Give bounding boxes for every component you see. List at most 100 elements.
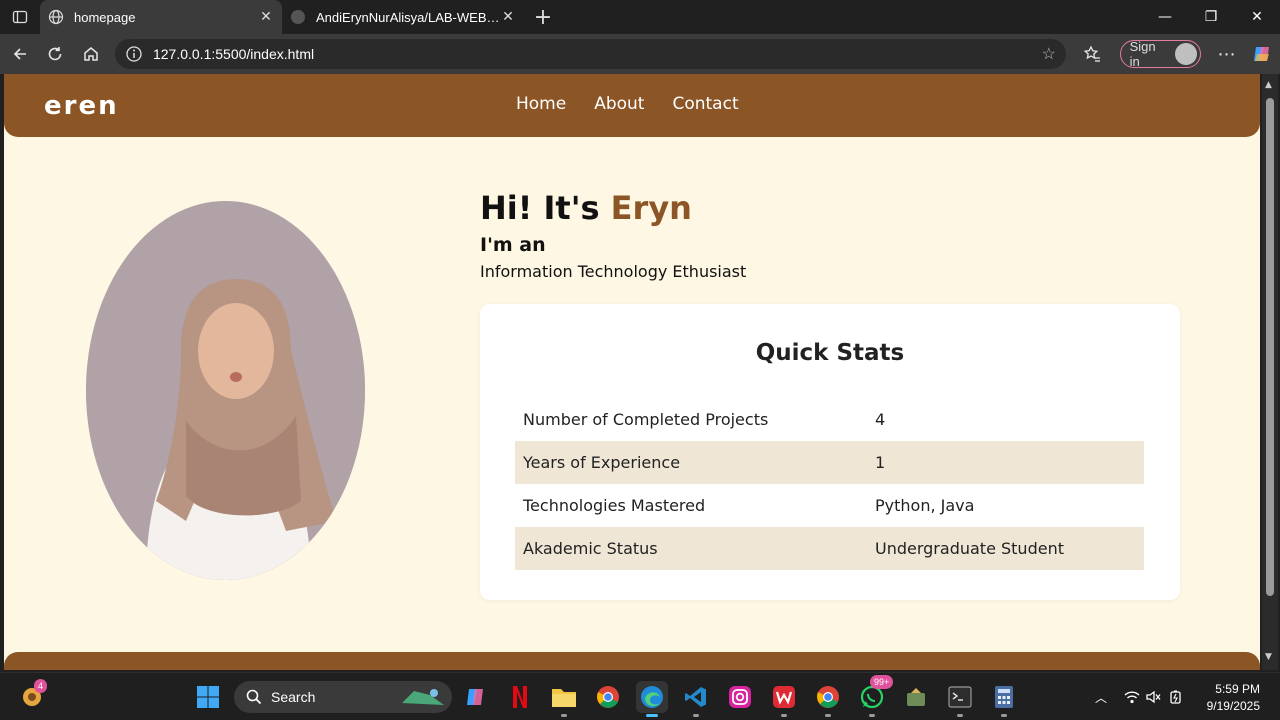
running-indicator <box>957 714 963 717</box>
start-button[interactable] <box>192 681 224 713</box>
sign-in-label: Sign in <box>1129 39 1156 69</box>
tab-homepage[interactable]: homepage ✕ <box>40 0 282 34</box>
globe-icon <box>48 9 64 25</box>
terminal-button[interactable] <box>944 681 976 717</box>
site-logo[interactable]: eren <box>44 91 119 121</box>
scrollbar-thumb[interactable] <box>1266 98 1274 596</box>
calculator-button[interactable] <box>988 681 1020 717</box>
web-page: eren Home About Contact Hi! It's Eryn I'… <box>4 74 1260 670</box>
terminal-icon <box>948 686 972 708</box>
close-tab-icon[interactable]: ✕ <box>258 9 274 25</box>
home-button[interactable] <box>73 36 109 72</box>
table-row: Akademic Status Undergraduate Student <box>515 527 1144 570</box>
running-indicator <box>561 714 567 717</box>
quick-stats-card: Quick Stats Number of Completed Projects… <box>480 304 1180 600</box>
chrome-icon <box>817 686 839 708</box>
calculator-icon <box>995 686 1013 708</box>
edge-button[interactable] <box>636 681 668 717</box>
tab-title: AndiErynNurAlisya/LAB-WEB-07-2 <box>316 9 500 25</box>
stat-value: 1 <box>867 441 1144 484</box>
file-explorer-button[interactable] <box>548 681 580 717</box>
search-label: Search <box>271 689 316 705</box>
clock-date: 9/19/2025 <box>1206 699 1260 713</box>
favorites-icon <box>1083 45 1100 62</box>
chrome-icon <box>597 686 619 708</box>
tab-github[interactable]: AndiErynNurAlisya/LAB-WEB-07-2 ✕ <box>282 0 524 34</box>
hero-role: Information Technology Ethusiast <box>480 262 747 281</box>
clock-time: 5:59 PM <box>1215 682 1260 696</box>
running-indicator <box>1001 714 1007 717</box>
tab-actions-button[interactable] <box>0 0 40 34</box>
nav-link-about[interactable]: About <box>594 94 644 114</box>
vscode-icon <box>685 687 706 707</box>
hero-name: Eryn <box>610 189 692 227</box>
taskbar-clock[interactable]: 5:59 PM 9/19/2025 <box>1207 681 1260 715</box>
chevron-up-icon[interactable]: ︿ <box>1092 689 1110 706</box>
windows-logo-icon <box>197 686 219 708</box>
restore-button[interactable]: ❐ <box>1188 0 1234 34</box>
tab-actions-icon <box>12 10 28 24</box>
profile-photo-image <box>86 201 365 580</box>
scroll-down-icon[interactable]: ▼ <box>1265 652 1272 662</box>
running-indicator <box>693 714 699 717</box>
chrome-profile-button[interactable] <box>812 681 844 717</box>
netflix-icon <box>513 686 527 708</box>
whatsapp-button[interactable]: 99+ <box>856 675 894 717</box>
stat-value: Undergraduate Student <box>867 527 1144 570</box>
sign-in-button[interactable]: Sign in <box>1119 39 1201 69</box>
battery-icon[interactable] <box>1168 690 1184 704</box>
site-footer <box>4 652 1260 670</box>
favorites-button[interactable] <box>1074 36 1110 72</box>
close-tab-icon[interactable]: ✕ <box>500 9 516 25</box>
search-highlight-icon <box>402 689 444 705</box>
search-icon <box>246 689 262 705</box>
page-scrollbar[interactable]: ▲ ▼ <box>1262 74 1278 670</box>
minimize-button[interactable]: — <box>1142 0 1188 34</box>
nav-links: Home About Contact <box>516 94 739 114</box>
home-icon <box>84 47 98 61</box>
browser-tab-strip: homepage ✕ AndiErynNurAlisya/LAB-WEB-07-… <box>0 0 1280 34</box>
table-row: Number of Completed Projects 4 <box>515 398 1144 441</box>
hero-greeting: Hi! It's <box>480 189 600 227</box>
stat-value: Python, Java <box>875 496 975 515</box>
profile-photo <box>86 201 365 580</box>
taskbar-search[interactable]: Search <box>234 681 452 713</box>
nav-link-contact[interactable]: Contact <box>672 94 738 114</box>
instagram-button[interactable] <box>724 681 756 713</box>
vscode-button[interactable] <box>680 681 712 717</box>
running-indicator <box>825 714 831 717</box>
chrome-button[interactable] <box>592 681 624 713</box>
windows-taskbar: 4 Search 99+ ︿ 5:59 PM 9/19/2025 <box>0 672 1280 720</box>
stat-value: 4 <box>875 410 886 429</box>
site-info-icon[interactable] <box>125 45 143 63</box>
running-indicator <box>781 714 787 717</box>
back-button[interactable] <box>2 36 38 72</box>
nav-link-home[interactable]: Home <box>516 94 566 114</box>
profile-avatar-icon <box>1174 43 1197 65</box>
favorite-star-icon[interactable]: ☆ <box>1042 44 1056 64</box>
copilot-icon <box>467 689 483 705</box>
running-indicator <box>869 714 875 717</box>
wps-office-button[interactable] <box>768 681 800 717</box>
netflix-button[interactable] <box>504 681 536 713</box>
whatsapp-badge: 99+ <box>870 675 894 689</box>
scroll-up-icon[interactable]: ▲ <box>1265 80 1272 90</box>
system-tray: ︿ <box>1092 673 1184 720</box>
new-tab-button[interactable]: + <box>528 5 558 30</box>
copilot-icon <box>1254 47 1270 61</box>
widgets-badge: 4 <box>34 679 48 693</box>
copilot-button[interactable] <box>1244 36 1280 72</box>
wifi-icon[interactable] <box>1124 690 1140 704</box>
close-window-button[interactable]: ✕ <box>1234 0 1280 34</box>
more-menu-button[interactable]: ⋯ <box>1209 36 1245 72</box>
site-navbar: eren Home About Contact <box>4 74 1260 137</box>
window-controls: — ❐ ✕ <box>1142 0 1280 34</box>
widgets-button[interactable]: 4 <box>16 679 48 713</box>
active-indicator <box>646 714 658 717</box>
address-bar[interactable]: 127.0.0.1:5500/index.html ☆ <box>114 39 1066 69</box>
browser-toolbar: 127.0.0.1:5500/index.html ☆ Sign in ⋯ <box>0 34 1280 74</box>
volume-muted-icon[interactable] <box>1146 690 1162 704</box>
app-button[interactable] <box>900 681 932 713</box>
refresh-button[interactable] <box>38 36 74 72</box>
copilot-taskbar-button[interactable] <box>460 681 492 713</box>
